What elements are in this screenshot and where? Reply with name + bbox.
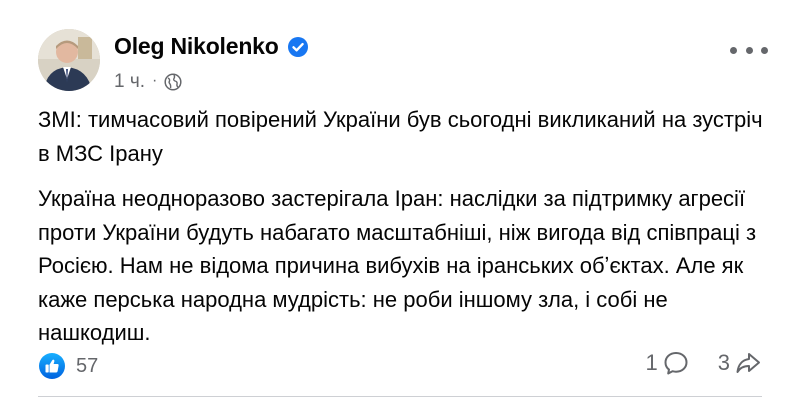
more-options-icon [761, 46, 768, 54]
facebook-post: Oleg Nikolenko 1 ч. · ЗМІ: тимчасовий по… [0, 0, 800, 400]
comments-stat[interactable]: 1 [646, 349, 690, 377]
shares-stat[interactable]: 3 [718, 349, 762, 377]
globe-icon[interactable] [164, 73, 182, 91]
post-header: Oleg Nikolenko 1 ч. · [38, 29, 778, 95]
post-content: ЗМІ: тимчасовий повірений України був сь… [38, 103, 778, 350]
comments-count: 1 [645, 350, 658, 375]
verified-badge-icon [287, 36, 309, 58]
post-meta: 1 ч. · [114, 71, 309, 93]
avatar[interactable] [38, 29, 100, 91]
author-name[interactable]: Oleg Nikolenko [114, 33, 279, 60]
author-line: Oleg Nikolenko [114, 33, 309, 60]
divider [38, 396, 762, 397]
post-paragraph: ЗМІ: тимчасовий повірений України був сь… [38, 107, 763, 166]
meta-separator: · [152, 72, 158, 89]
shares-count: 3 [717, 350, 730, 375]
post-timestamp[interactable]: 1 ч. [114, 71, 145, 93]
author-block: Oleg Nikolenko 1 ч. · [114, 33, 309, 93]
share-icon [734, 349, 762, 377]
post-paragraph: Україна неодноразово застерігала Іран: н… [38, 186, 757, 345]
reactions-count: 57 [76, 354, 99, 377]
more-options-icon [745, 46, 753, 54]
reactions-summary[interactable]: 57 [38, 352, 98, 380]
post-stats: 1 3 [646, 349, 763, 377]
comment-icon [662, 349, 690, 377]
more-options-button[interactable] [730, 41, 768, 59]
more-options-icon [730, 46, 737, 54]
like-icon [38, 352, 66, 380]
